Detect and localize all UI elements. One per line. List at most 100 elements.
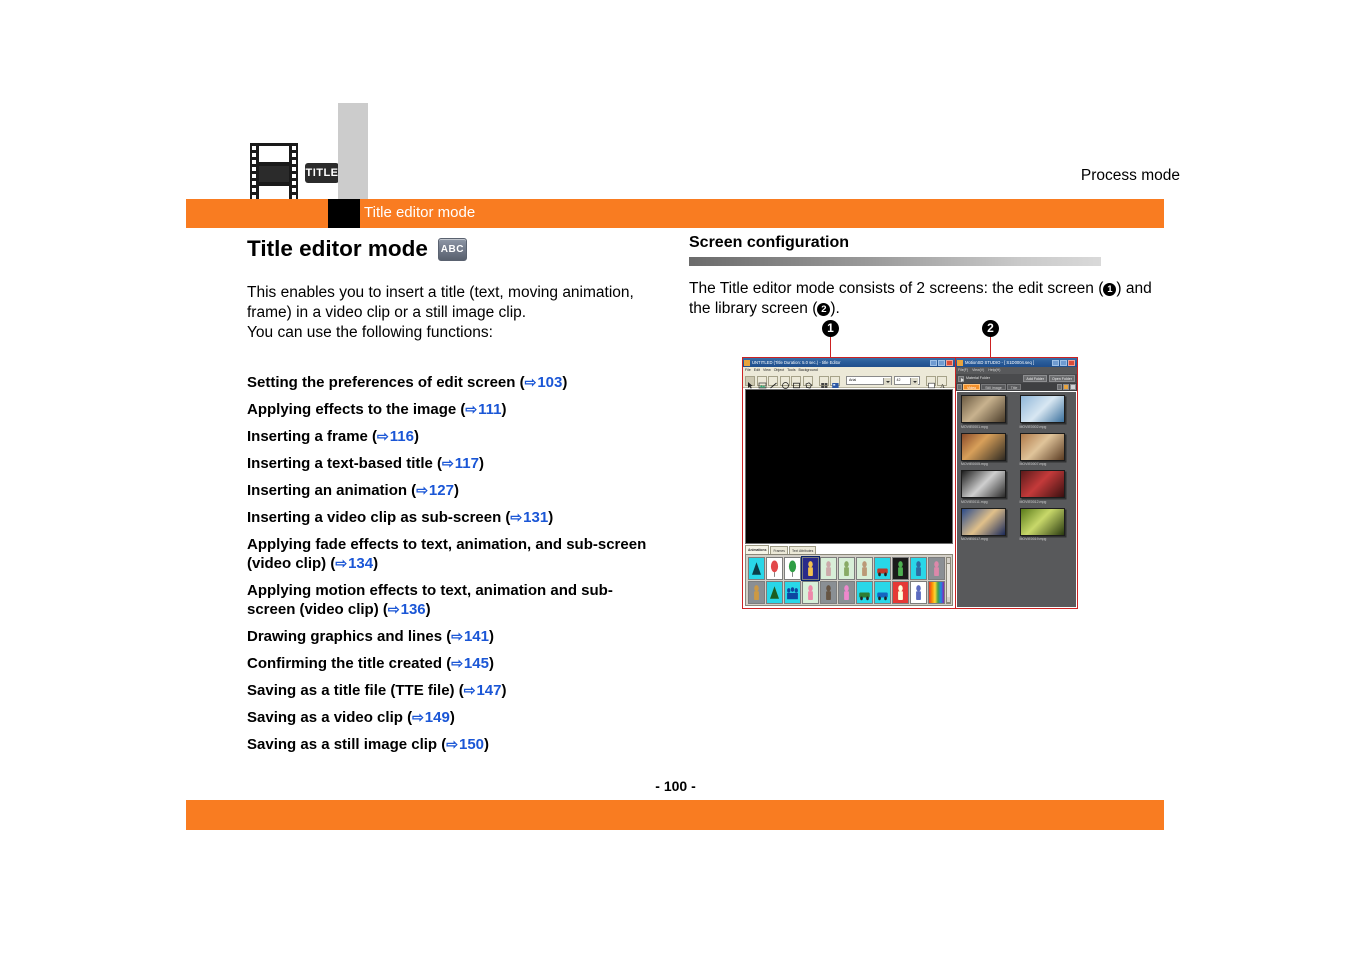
add-folder-button[interactable]: Add Folder (1023, 375, 1048, 382)
editor-titlebar[interactable]: UNTITLED (Title Duration: 5.0 sec.) - ti… (743, 358, 955, 367)
page-ref-link[interactable]: 117 (455, 455, 479, 472)
page-ref-link[interactable]: 145 (464, 655, 489, 672)
tab-scroll-right-icon[interactable] (1057, 384, 1062, 390)
thumbnail-image[interactable] (1019, 432, 1065, 461)
page-ref-link[interactable]: 149 (425, 709, 450, 726)
function-list-item[interactable]: Applying effects to the image (⇨111) (247, 400, 657, 419)
function-list-item[interactable]: Inserting an animation (⇨127) (247, 481, 657, 500)
grid-tool-icon[interactable] (818, 375, 829, 388)
animation-thumbnail[interactable] (783, 580, 801, 604)
animation-thumbnail[interactable] (837, 580, 855, 604)
menu-item-file[interactable]: File (745, 367, 751, 374)
thumbnail-image[interactable] (961, 507, 1006, 536)
open-folder-button[interactable]: Open Folder (1049, 375, 1075, 382)
maximize-icon[interactable] (1060, 359, 1067, 366)
function-list-item[interactable]: Confirming the title created (⇨145) (247, 654, 657, 673)
menu-item-view[interactable]: View (763, 367, 771, 374)
page-ref-link[interactable]: 103 (537, 374, 562, 391)
polygon-tool-icon[interactable] (802, 375, 813, 388)
thumbnail-image[interactable] (1019, 395, 1065, 423)
maximize-icon[interactable] (938, 359, 945, 366)
scroll-down-icon[interactable] (946, 596, 950, 603)
library-menu-item[interactable]: Help(H) (988, 367, 1000, 374)
function-list-item[interactable]: Applying motion effects to text, animati… (247, 581, 657, 619)
page-ref-link[interactable]: 150 (459, 736, 484, 753)
function-list-item[interactable]: Saving as a title file (TTE file) (⇨147) (247, 681, 657, 700)
editor-menubar[interactable]: File Edit View Object Tools Background (743, 367, 955, 374)
function-list-item[interactable]: Applying fade effects to text, animation… (247, 535, 657, 573)
close-icon[interactable] (1068, 359, 1075, 366)
image-tool-icon[interactable] (756, 375, 767, 388)
page-ref-link[interactable]: 131 (523, 509, 548, 526)
thumbnail-item[interactable]: MOVIE0002.mpg (1019, 395, 1073, 430)
animation-thumbnail[interactable] (819, 556, 837, 580)
text-tool-icon[interactable]: A (937, 375, 947, 390)
line-tool-icon[interactable] (768, 375, 778, 388)
animation-grid[interactable] (747, 555, 945, 604)
tab-scroll-left-icon[interactable] (957, 384, 962, 390)
thumbnail-item[interactable]: MOVIE0012.mpg (1019, 470, 1073, 505)
page-ref-link[interactable]: 111 (478, 401, 501, 418)
library-tab-still-image[interactable]: Still image (981, 383, 1006, 391)
animation-library-panel[interactable] (745, 554, 953, 606)
animation-thumbnail[interactable] (927, 556, 945, 580)
library-menu-item[interactable]: View(V) (972, 367, 984, 374)
function-list-item[interactable]: Inserting a video clip as sub-screen (⇨1… (247, 508, 657, 527)
thumbnail-image[interactable] (1019, 507, 1065, 536)
scroll-up-icon[interactable] (946, 557, 950, 564)
menu-item-background[interactable]: Background (799, 367, 818, 374)
chevron-down-icon[interactable] (910, 377, 918, 385)
thumbnail-image[interactable] (961, 470, 1006, 498)
library-view-options[interactable] (1057, 384, 1076, 390)
chevron-down-icon[interactable] (882, 377, 891, 385)
animation-thumbnail[interactable] (837, 556, 855, 580)
animation-thumbnail[interactable] (783, 556, 801, 580)
font-family-select[interactable]: Arial (846, 376, 892, 385)
thumbnail-item[interactable]: MOVIE0007.mpg (1019, 432, 1073, 468)
animation-thumbnail[interactable] (873, 580, 891, 604)
list-view-icon[interactable] (1070, 384, 1076, 390)
function-list-item[interactable]: Inserting a text-based title (⇨117) (247, 454, 657, 473)
animation-thumbnail[interactable] (855, 556, 873, 580)
animation-thumbnail[interactable] (765, 580, 783, 604)
ellipse-tool-icon[interactable] (779, 375, 790, 389)
select-tool-icon[interactable] (745, 375, 755, 389)
animation-thumbnail[interactable] (800, 555, 820, 581)
menu-item-edit[interactable]: Edit (754, 367, 760, 374)
page-ref-link[interactable]: 136 (401, 601, 426, 618)
page-ref-link[interactable]: 116 (390, 428, 414, 445)
thumbnail-image[interactable] (1019, 470, 1065, 498)
function-list-item[interactable]: Drawing graphics and lines (⇨141) (247, 627, 657, 646)
close-icon[interactable] (946, 359, 953, 366)
library-window[interactable]: MotionSD STUDIO - [ S1D0004.seq ] File(F… (955, 357, 1078, 609)
thumbnail-view-icon[interactable] (1063, 384, 1069, 390)
menu-item-object[interactable]: Object (774, 367, 784, 374)
editor-toolbar[interactable]: Arial 42 A (743, 374, 955, 390)
page-ref-link[interactable]: 134 (348, 555, 373, 572)
library-window-controls[interactable] (1052, 359, 1076, 366)
library-menu-item[interactable]: File(F) (958, 367, 968, 374)
thumbnail-item[interactable]: MOVIE0019.mpg (1019, 507, 1073, 543)
page-ref-link[interactable]: 141 (464, 628, 489, 645)
animation-thumbnail[interactable] (747, 580, 765, 604)
thumbnail-image[interactable] (961, 395, 1006, 423)
animation-thumbnail[interactable] (801, 580, 819, 604)
animation-thumbnail[interactable] (891, 580, 909, 604)
page-ref-link[interactable]: 147 (476, 682, 501, 699)
font-size-select[interactable]: 42 (893, 376, 920, 385)
title-editor-window[interactable]: UNTITLED (Title Duration: 5.0 sec.) - ti… (742, 357, 956, 609)
thumbnail-image[interactable] (961, 432, 1006, 461)
library-tabrow[interactable]: Video Still image Title (956, 383, 1077, 391)
function-list-item[interactable]: Setting the preferences of edit screen (… (247, 373, 657, 392)
library-folder-row[interactable]: Material Folder Add Folder Open Folder (956, 374, 1077, 383)
library-content[interactable]: MOVIE0001.mpg MOVIE0002.mpg MOVIE0005.mpg M… (957, 392, 1076, 607)
thumbnail-item[interactable]: MOVIE0017.mpg (961, 507, 1014, 543)
animation-thumbnail[interactable] (909, 556, 927, 580)
minimize-icon[interactable] (1052, 359, 1059, 366)
folder-expand-icon[interactable] (958, 375, 964, 382)
thumbnail-item[interactable]: MOVIE0005.mpg (961, 432, 1014, 468)
animation-thumbnail[interactable] (909, 580, 927, 604)
library-tab-title[interactable]: Title (1006, 383, 1022, 391)
menu-item-tools[interactable]: Tools (787, 367, 795, 374)
animation-thumbnail[interactable] (873, 556, 891, 580)
